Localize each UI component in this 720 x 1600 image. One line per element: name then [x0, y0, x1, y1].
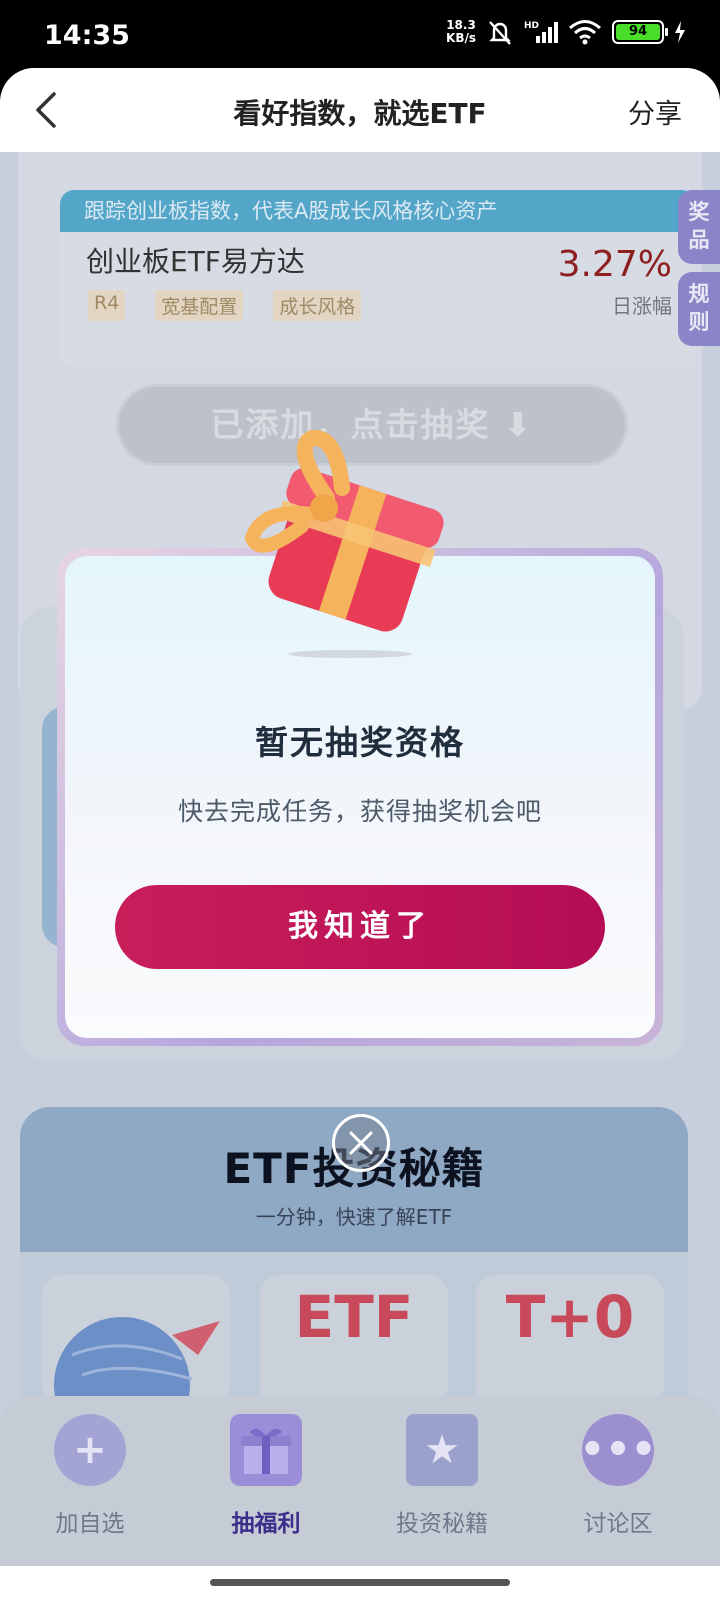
fund-change-label: 日涨幅 — [612, 294, 672, 318]
home-indicator-bar — [0, 1566, 720, 1600]
fund-tag-risk: R4 — [88, 290, 126, 321]
nav-item-add-watchlist[interactable]: + 加自选 — [20, 1414, 160, 1538]
fund-card[interactable]: 跟踪创业板指数，代表A股成长风格核心资产 创业板ETF易方达 R4 宽基配置 成… — [60, 190, 696, 368]
svg-text:HD: HD — [524, 21, 539, 31]
nav-label: 讨论区 — [583, 1511, 653, 1537]
signal-icon: HD — [524, 21, 558, 43]
fund-change-pct: 3.27% — [557, 244, 672, 285]
nav-label: 抽福利 — [231, 1511, 301, 1537]
close-icon — [349, 1131, 373, 1155]
secrets-tile-t0-label: T+0 — [505, 1283, 635, 1351]
charging-icon — [675, 21, 685, 43]
prize-tab-label: 奖品 — [688, 200, 710, 252]
secrets-tile-etf[interactable]: ETF — [260, 1275, 448, 1405]
bottom-nav: + 加自选 抽福利 ★ 投资秘籍 ••• 讨论区 — [0, 1396, 720, 1566]
app-header: 看好指数，就选ETF 分享 — [0, 68, 720, 152]
dialog-title: 暂无抽奖资格 — [255, 723, 465, 762]
fund-tag-style: 成长风格 — [273, 290, 362, 321]
confirm-button[interactable]: 我知道了 — [115, 885, 605, 969]
gift-icon — [230, 1414, 302, 1486]
secrets-subtitle: 一分钟，快速了解ETF — [255, 1205, 453, 1229]
gift-box-icon — [244, 430, 444, 658]
network-speed-unit: KB/s — [446, 31, 476, 45]
mute-bell-icon — [489, 21, 511, 45]
book-icon: ★ — [406, 1414, 478, 1486]
status-bar: 14:35 18.3 KB/s HD 94 — [0, 0, 720, 78]
nav-item-secrets[interactable]: ★ 投资秘籍 — [372, 1414, 512, 1538]
nav-item-discussion[interactable]: ••• 讨论区 — [548, 1414, 688, 1538]
share-button[interactable]: 分享 — [628, 92, 682, 131]
battery-level: 94 — [616, 24, 660, 40]
network-speed: 18.3 KB/s — [446, 19, 476, 45]
plus-icon: + — [54, 1414, 126, 1486]
page-title: 看好指数，就选ETF — [233, 97, 487, 130]
fund-name: 创业板ETF易方达 — [86, 245, 305, 278]
secrets-tile-t0[interactable]: T+0 — [476, 1275, 664, 1405]
dialog-description: 快去完成任务，获得抽奖机会吧 — [177, 797, 542, 826]
close-dialog-button[interactable] — [332, 1114, 390, 1172]
home-indicator[interactable] — [210, 1579, 510, 1586]
prize-tab[interactable]: 奖品 — [678, 190, 720, 264]
nav-item-lottery[interactable]: 抽福利 — [196, 1414, 336, 1538]
secrets-tile-etf-label: ETF — [294, 1283, 414, 1351]
rules-tab-label: 规则 — [688, 282, 710, 334]
chat-icon: ••• — [580, 1414, 656, 1486]
fund-tags: R4 宽基配置 成长风格 — [88, 290, 362, 321]
globe-icon — [54, 1317, 220, 1405]
wifi-icon — [569, 20, 601, 45]
battery-icon: 94 — [612, 20, 668, 44]
rules-tab[interactable]: 规则 — [678, 272, 720, 346]
secrets-tile-globe[interactable] — [42, 1275, 230, 1405]
nav-label: 投资秘籍 — [396, 1511, 488, 1537]
fund-tag-type: 宽基配置 — [155, 290, 244, 321]
status-icons: 18.3 KB/s HD 94 — [446, 18, 686, 46]
fund-banner: 跟踪创业板指数，代表A股成长风格核心资产 — [60, 190, 696, 232]
nav-label: 加自选 — [55, 1511, 125, 1537]
status-time: 14:35 — [44, 20, 130, 51]
